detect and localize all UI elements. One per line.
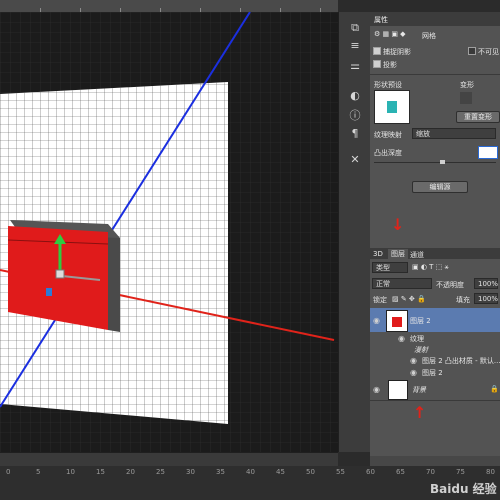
- layer-name[interactable]: 图层 2: [410, 316, 431, 326]
- sub-row-material[interactable]: ◉ 图层 2 凸出材质 - 默认...: [370, 354, 500, 366]
- gizmo-center: [55, 269, 65, 279]
- texture-map-select[interactable]: 缩放: [412, 128, 496, 139]
- annotation-arrow-down: ↓: [391, 215, 405, 234]
- ruler-label: 25: [156, 468, 165, 476]
- cast-shadow-checkbox[interactable]: [373, 60, 381, 68]
- sub-row-diffuse: 漫射: [370, 344, 500, 354]
- layers-footer: [370, 456, 500, 466]
- lock-icon: 🔒: [490, 385, 499, 393]
- layer2-label: 图层 2: [422, 369, 443, 377]
- ruler-label: 15: [96, 468, 105, 476]
- status-bar: [0, 452, 338, 467]
- info-icon[interactable]: ⓘ: [347, 108, 363, 124]
- ruler-label: 20: [126, 468, 135, 476]
- deform-icon[interactable]: [460, 92, 472, 104]
- lock-icons[interactable]: ▨ ✎ ✥ 🔒: [392, 295, 426, 303]
- lock-label: 锁定: [373, 296, 387, 304]
- tab-3d[interactable]: 3D: [373, 250, 383, 258]
- layer-row-selected[interactable]: ◉ 图层 2: [370, 308, 500, 333]
- cast-shadow-label: 投影: [383, 61, 397, 69]
- ruler-label: 45: [276, 468, 285, 476]
- watermark: Baidu 经验: [430, 482, 497, 496]
- layer-filter-select[interactable]: 类型: [372, 262, 408, 273]
- bottom-ruler: 0 5 10 15 20 25 30 35 40 45 50 55 60 65 70 75 80: [0, 466, 500, 500]
- material-label: 图层 2 凸出材质 - 默认...: [422, 357, 500, 365]
- paragraph-icon[interactable]: ¶: [347, 126, 363, 142]
- annotation-arrow-up: ↑: [413, 403, 427, 422]
- ruler-label: 35: [216, 468, 225, 476]
- layers-icon[interactable]: ⧉: [347, 20, 363, 36]
- tab-layers[interactable]: 图层: [388, 249, 408, 259]
- background-layer-name[interactable]: 背景: [412, 385, 426, 395]
- gizmo-z-handle: [46, 288, 52, 296]
- ruler-label: 70: [426, 468, 435, 476]
- properties-tab[interactable]: 属性: [374, 15, 388, 25]
- tab-channels[interactable]: 通道: [410, 250, 424, 260]
- deform-label: 变形: [460, 81, 474, 89]
- properties-tab-bar: 属性: [370, 12, 500, 26]
- ruler-label: 50: [306, 468, 315, 476]
- shape-preset-label: 形状预设: [374, 81, 402, 89]
- ruler-label: 80: [486, 468, 495, 476]
- extrude-depth-input[interactable]: [478, 146, 498, 159]
- ruler-label: 30: [186, 468, 195, 476]
- texture-label: 纹理: [410, 335, 424, 343]
- canvas-3d-scene[interactable]: [0, 12, 338, 452]
- layer-row-background[interactable]: ◉ 背景 🔒: [370, 378, 500, 401]
- panel-icon-strip: ⧉ ≡ ⚌ ◐ ⓘ ¶ ✕: [338, 12, 372, 452]
- visibility-eye-icon[interactable]: ◉: [398, 334, 405, 343]
- visibility-eye-icon[interactable]: ◉: [373, 316, 380, 325]
- ruler-label: 5: [36, 468, 41, 476]
- ruler-label: 75: [456, 468, 465, 476]
- ruler-label: 60: [366, 468, 375, 476]
- texture-map-label: 纹理映射: [374, 131, 402, 139]
- cube-side-face: [108, 230, 120, 332]
- opacity-input[interactable]: 100%: [474, 278, 498, 289]
- adjust-icon[interactable]: ◐: [347, 88, 363, 104]
- extrude-depth-label: 凸出深度: [374, 149, 402, 157]
- ruler-label: 65: [396, 468, 405, 476]
- layers-tab-bar: 3D 图层 通道: [370, 248, 500, 259]
- sliders-alt-icon[interactable]: ⚌: [347, 58, 363, 74]
- ruler-label: 55: [336, 468, 345, 476]
- fill-input[interactable]: 100%: [474, 293, 498, 304]
- layer-thumbnail: [388, 380, 408, 400]
- scene-svg: [0, 12, 338, 452]
- catch-shadow-label: 捕捉阴影: [383, 48, 411, 56]
- reset-deform-button[interactable]: 重置变形: [456, 111, 500, 123]
- ruler-label: 10: [66, 468, 75, 476]
- opacity-label: 不透明度: [436, 281, 464, 289]
- ruler-label: 40: [246, 468, 255, 476]
- unavail-label: 不可见: [478, 48, 499, 56]
- visibility-eye-icon[interactable]: ◉: [410, 356, 417, 365]
- catch-shadow-checkbox[interactable]: [373, 47, 381, 55]
- unavail-checkbox[interactable]: [468, 47, 476, 55]
- visibility-eye-icon[interactable]: ◉: [410, 368, 417, 377]
- layer-thumbnail: [386, 310, 408, 332]
- filter-icon[interactable]: ⚙ ▦ ▣ ◆: [374, 30, 406, 38]
- filter-icons[interactable]: ▣ ◐ T ⬚ ⚹: [412, 263, 449, 272]
- extrude-depth-slider[interactable]: [374, 162, 496, 163]
- visibility-eye-icon[interactable]: ◉: [373, 385, 380, 394]
- fill-label: 填充: [456, 296, 470, 304]
- shape-preset-thumbnail[interactable]: [374, 90, 410, 124]
- ruler-label: 0: [6, 468, 11, 476]
- blend-mode-select[interactable]: 正常: [372, 278, 432, 289]
- sliders-icon[interactable]: ≡: [347, 38, 363, 54]
- edit-source-button[interactable]: 编辑源: [412, 181, 468, 193]
- mode-label: 网格: [422, 32, 436, 40]
- tools-icon[interactable]: ✕: [347, 152, 363, 168]
